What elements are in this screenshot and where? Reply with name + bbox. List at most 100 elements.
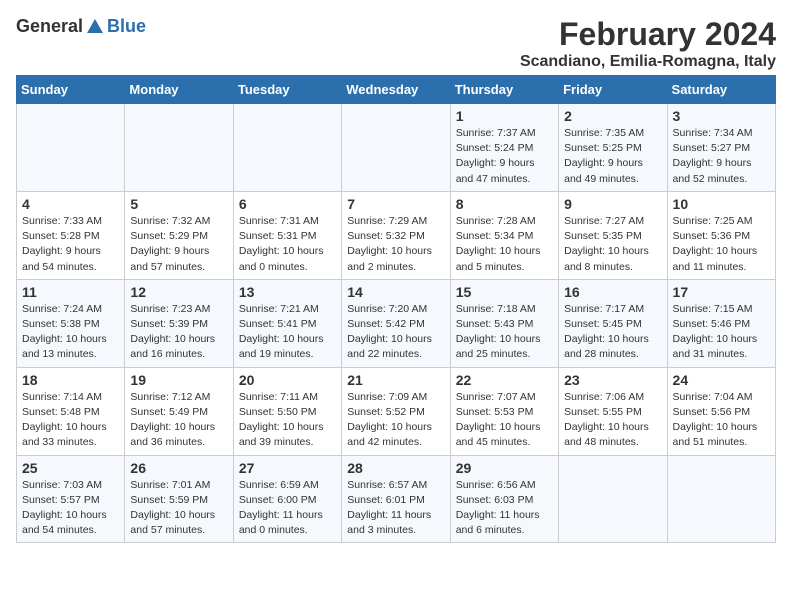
page-header: General Blue February 2024 Scandiano, Em… [16,16,776,71]
calendar-cell: 28 Sunrise: 6:57 AM Sunset: 6:01 PM Dayli… [342,455,450,543]
calendar-cell: 18 Sunrise: 7:14 AM Sunset: 5:48 PM Dayli… [17,367,125,455]
calendar-cell: 1 Sunrise: 7:37 AM Sunset: 5:24 PM Daylig… [450,104,558,192]
title-area: February 2024 Scandiano, Emilia-Romagna,… [520,16,776,71]
calendar-cell: 6 Sunrise: 7:31 AM Sunset: 5:31 PM Daylig… [233,191,341,279]
calendar-cell: 29 Sunrise: 6:56 AM Sunset: 6:03 PM Dayli… [450,455,558,543]
calendar-cell: 4Sunrise: 7:33 AM Sunset: 5:28 PM Daylig… [17,191,125,279]
calendar-day-header: Tuesday [233,76,341,104]
calendar-cell: 9 Sunrise: 7:27 AM Sunset: 5:35 PM Daylig… [559,191,667,279]
day-info: Sunrise: 7:31 AM Sunset: 5:31 PM Dayligh… [239,214,336,275]
calendar-cell: 19Sunrise: 7:12 AM Sunset: 5:49 PM Dayli… [125,367,233,455]
day-number: 25 [22,460,119,476]
day-number: 18 [22,372,119,388]
calendar-week-row: 1 Sunrise: 7:37 AM Sunset: 5:24 PM Daylig… [17,104,776,192]
day-info: Sunrise: 7:28 AM Sunset: 5:34 PM Dayligh… [456,214,553,275]
calendar-week-row: 11 Sunrise: 7:24 AM Sunset: 5:38 PM Dayli… [17,279,776,367]
calendar-cell: 21 Sunrise: 7:09 AM Sunset: 5:52 PM Dayli… [342,367,450,455]
calendar-cell: 24Sunrise: 7:04 AM Sunset: 5:56 PM Dayli… [667,367,775,455]
logo-general-text: General [16,16,83,37]
calendar-cell: 17 Sunrise: 7:15 AM Sunset: 5:46 PM Dayli… [667,279,775,367]
calendar-cell [342,104,450,192]
day-number: 10 [673,196,770,212]
day-number: 11 [22,284,119,300]
calendar-week-row: 25 Sunrise: 7:03 AM Sunset: 5:57 PM Dayli… [17,455,776,543]
day-info: Sunrise: 7:21 AM Sunset: 5:41 PM Dayligh… [239,302,336,363]
day-info: Sunrise: 7:06 AM Sunset: 5:55 PM Dayligh… [564,390,661,451]
calendar-cell: 22 Sunrise: 7:07 AM Sunset: 5:53 PM Dayli… [450,367,558,455]
logo: General Blue [16,16,146,37]
day-number: 23 [564,372,661,388]
calendar-table: SundayMondayTuesdayWednesdayThursdayFrid… [16,75,776,543]
day-number: 6 [239,196,336,212]
day-info: Sunrise: 6:56 AM Sunset: 6:03 PM Dayligh… [456,478,553,539]
calendar-cell [667,455,775,543]
day-info: Sunrise: 7:27 AM Sunset: 5:35 PM Dayligh… [564,214,661,275]
day-info: Sunrise: 7:20 AM Sunset: 5:42 PM Dayligh… [347,302,444,363]
calendar-cell: 14 Sunrise: 7:20 AM Sunset: 5:42 PM Dayli… [342,279,450,367]
day-info: Sunrise: 7:35 AM Sunset: 5:25 PM Dayligh… [564,126,661,187]
day-number: 29 [456,460,553,476]
day-info: Sunrise: 7:24 AM Sunset: 5:38 PM Dayligh… [22,302,119,363]
calendar-header-row: SundayMondayTuesdayWednesdayThursdayFrid… [17,76,776,104]
calendar-day-header: Sunday [17,76,125,104]
day-info: Sunrise: 7:09 AM Sunset: 5:52 PM Dayligh… [347,390,444,451]
calendar-day-header: Saturday [667,76,775,104]
day-number: 28 [347,460,444,476]
day-number: 8 [456,196,553,212]
day-info: Sunrise: 7:29 AM Sunset: 5:32 PM Dayligh… [347,214,444,275]
calendar-cell: 8 Sunrise: 7:28 AM Sunset: 5:34 PM Daylig… [450,191,558,279]
calendar-week-row: 18 Sunrise: 7:14 AM Sunset: 5:48 PM Dayli… [17,367,776,455]
day-info: Sunrise: 6:57 AM Sunset: 6:01 PM Dayligh… [347,478,444,539]
day-number: 20 [239,372,336,388]
day-info: Sunrise: 7:18 AM Sunset: 5:43 PM Dayligh… [456,302,553,363]
day-number: 21 [347,372,444,388]
calendar-day-header: Monday [125,76,233,104]
day-info: Sunrise: 7:25 AM Sunset: 5:36 PM Dayligh… [673,214,770,275]
calendar-cell [559,455,667,543]
day-info: Sunrise: 7:23 AM Sunset: 5:39 PM Dayligh… [130,302,227,363]
calendar-cell: 25 Sunrise: 7:03 AM Sunset: 5:57 PM Dayli… [17,455,125,543]
calendar-cell: 23 Sunrise: 7:06 AM Sunset: 5:55 PM Dayli… [559,367,667,455]
month-title: February 2024 [520,16,776,53]
day-number: 14 [347,284,444,300]
day-number: 19 [130,372,227,388]
day-info: Sunrise: 7:11 AM Sunset: 5:50 PM Dayligh… [239,390,336,451]
day-number: 1 [456,108,553,124]
day-number: 4 [22,196,119,212]
day-info: Sunrise: 7:32 AM Sunset: 5:29 PM Dayligh… [130,214,227,275]
calendar-cell: 26 Sunrise: 7:01 AM Sunset: 5:59 PM Dayli… [125,455,233,543]
day-info: Sunrise: 7:17 AM Sunset: 5:45 PM Dayligh… [564,302,661,363]
day-info: Sunrise: 7:14 AM Sunset: 5:48 PM Dayligh… [22,390,119,451]
day-info: Sunrise: 7:01 AM Sunset: 5:59 PM Dayligh… [130,478,227,539]
day-number: 5 [130,196,227,212]
calendar-cell: 20 Sunrise: 7:11 AM Sunset: 5:50 PM Dayli… [233,367,341,455]
calendar-day-header: Thursday [450,76,558,104]
day-info: Sunrise: 7:15 AM Sunset: 5:46 PM Dayligh… [673,302,770,363]
logo-blue-text: Blue [107,16,146,37]
day-info: Sunrise: 6:59 AM Sunset: 6:00 PM Dayligh… [239,478,336,539]
calendar-cell: 2 Sunrise: 7:35 AM Sunset: 5:25 PM Daylig… [559,104,667,192]
calendar-cell: 27Sunrise: 6:59 AM Sunset: 6:00 PM Dayli… [233,455,341,543]
calendar-cell: 15Sunrise: 7:18 AM Sunset: 5:43 PM Dayli… [450,279,558,367]
calendar-cell: 11 Sunrise: 7:24 AM Sunset: 5:38 PM Dayli… [17,279,125,367]
day-number: 17 [673,284,770,300]
calendar-cell: 16Sunrise: 7:17 AM Sunset: 5:45 PM Dayli… [559,279,667,367]
day-number: 9 [564,196,661,212]
calendar-cell: 13Sunrise: 7:21 AM Sunset: 5:41 PM Dayli… [233,279,341,367]
day-info: Sunrise: 7:07 AM Sunset: 5:53 PM Dayligh… [456,390,553,451]
day-info: Sunrise: 7:37 AM Sunset: 5:24 PM Dayligh… [456,126,553,187]
location-title: Scandiano, Emilia-Romagna, Italy [520,53,776,71]
day-number: 2 [564,108,661,124]
day-number: 24 [673,372,770,388]
day-info: Sunrise: 7:03 AM Sunset: 5:57 PM Dayligh… [22,478,119,539]
calendar-cell: 3Sunrise: 7:34 AM Sunset: 5:27 PM Daylig… [667,104,775,192]
calendar-cell: 7 Sunrise: 7:29 AM Sunset: 5:32 PM Daylig… [342,191,450,279]
day-number: 7 [347,196,444,212]
day-number: 26 [130,460,227,476]
day-number: 22 [456,372,553,388]
calendar-week-row: 4Sunrise: 7:33 AM Sunset: 5:28 PM Daylig… [17,191,776,279]
calendar-cell: 10 Sunrise: 7:25 AM Sunset: 5:36 PM Dayli… [667,191,775,279]
calendar-cell [125,104,233,192]
calendar-cell: 12Sunrise: 7:23 AM Sunset: 5:39 PM Dayli… [125,279,233,367]
calendar-cell: 5 Sunrise: 7:32 AM Sunset: 5:29 PM Daylig… [125,191,233,279]
